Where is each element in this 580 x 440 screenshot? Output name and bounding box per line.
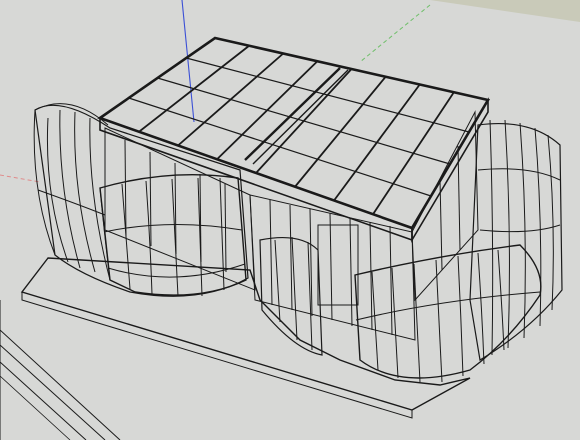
model-viewport[interactable] (0, 0, 580, 440)
scene-canvas[interactable] (0, 0, 580, 440)
